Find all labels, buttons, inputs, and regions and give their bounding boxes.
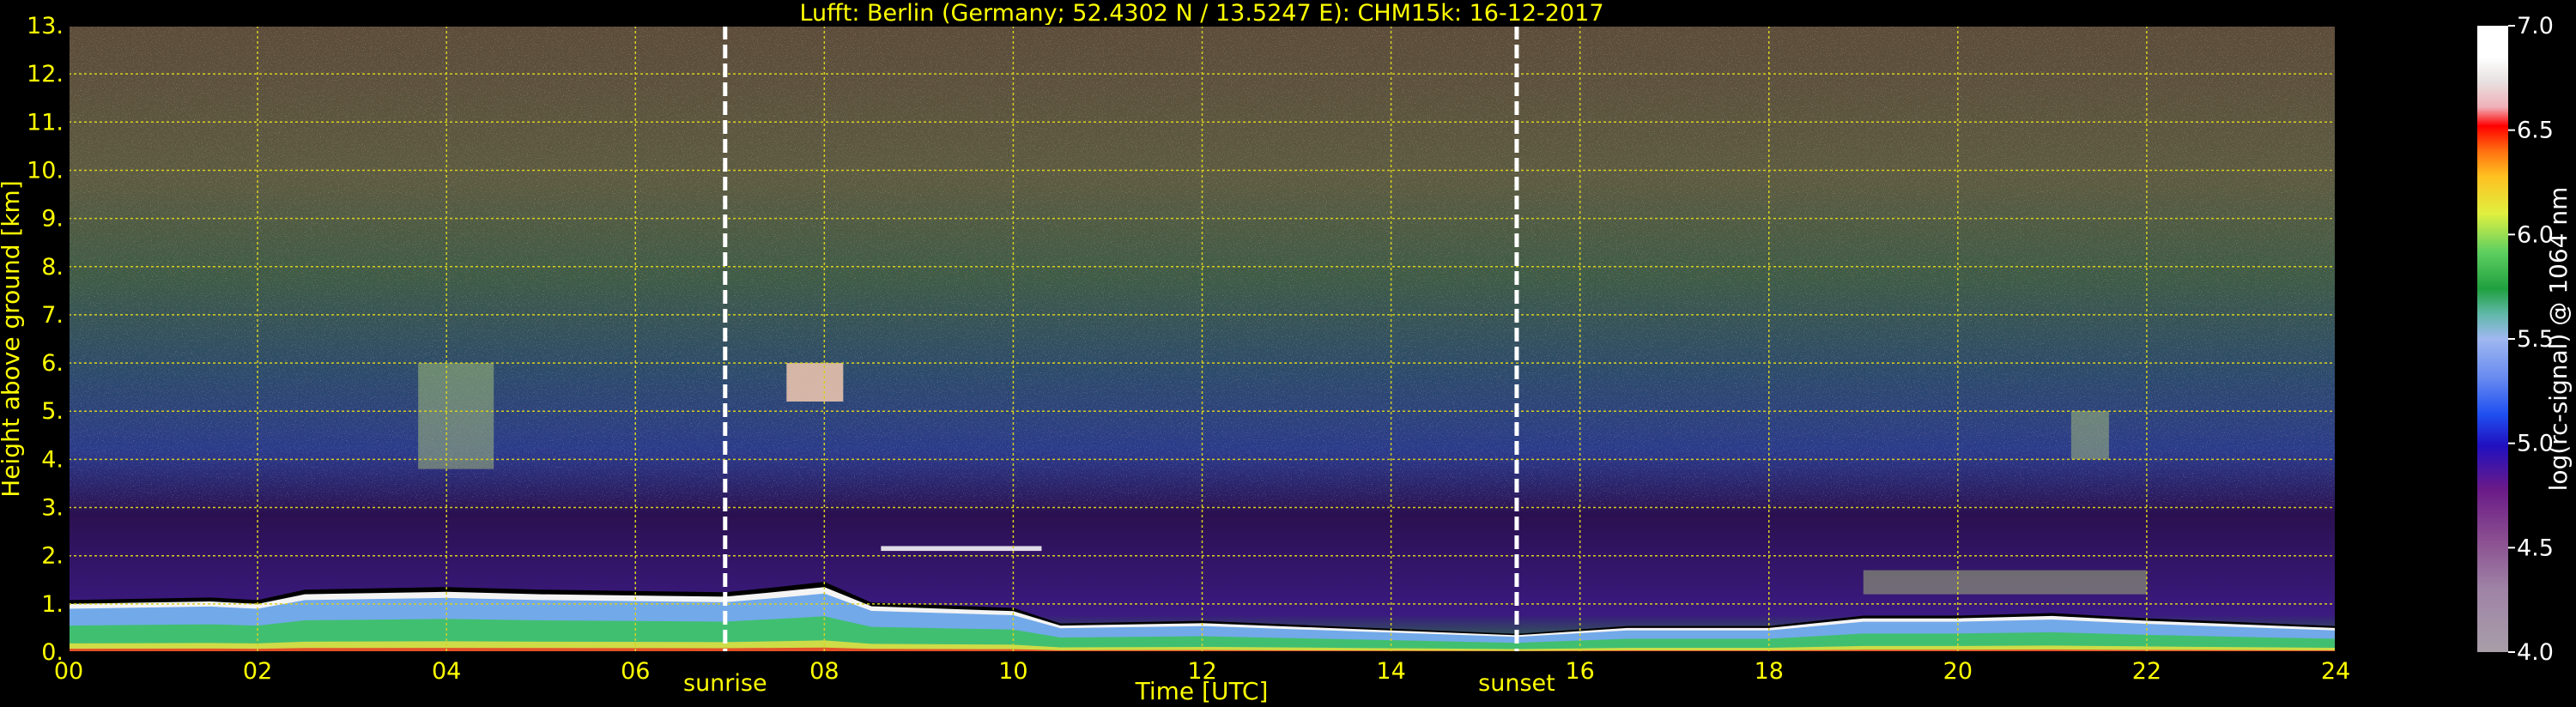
x-tick-label: 20 <box>1943 658 1973 685</box>
cloud-feature <box>881 546 1042 552</box>
y-tick-label: 11. <box>27 109 64 136</box>
x-axis-label: Time [UTC] <box>1135 677 1269 705</box>
y-tick-label: 12. <box>27 61 64 88</box>
y-axis-label: Height above ground [km] <box>0 180 25 498</box>
y-tick-label: 4. <box>41 446 64 473</box>
x-tick-label: 18 <box>1755 658 1784 685</box>
x-tick-label: 02 <box>243 658 272 685</box>
y-tick-label: 5. <box>41 398 64 425</box>
x-tick-label: 00 <box>54 658 83 685</box>
colorbar-tick-label: 7.0 <box>2517 13 2554 39</box>
x-tick-label: 06 <box>621 658 650 685</box>
plot-area <box>69 26 2336 652</box>
cloud-feature <box>786 363 844 402</box>
x-tick-label: 14 <box>1376 658 1405 685</box>
x-tick-label: 22 <box>2132 658 2161 685</box>
y-tick-label: 9. <box>41 206 64 233</box>
colorbar-gradient <box>2477 26 2508 652</box>
chart-title: Lufft: Berlin (Germany; 52.4302 N / 13.5… <box>799 0 1603 27</box>
x-tick-label: 08 <box>809 658 839 685</box>
y-tick-label: 8. <box>41 254 64 281</box>
x-tick-label: 04 <box>432 658 461 685</box>
y-tick-label: 6. <box>41 350 64 377</box>
colorbar-label: log(rc-signal) @ 1064 nm <box>2544 187 2573 492</box>
x-tick-label: 24 <box>2321 658 2350 685</box>
x-tick-label: 10 <box>998 658 1027 685</box>
cloud-feature <box>1863 570 2147 595</box>
y-tick-label: 2. <box>41 543 64 570</box>
y-tick-label: 1. <box>41 591 64 618</box>
colorbar: 4.04.55.05.56.06.57.0 log(rc-signal) @ 1… <box>2477 13 2573 666</box>
y-tick-label: 7. <box>41 302 64 329</box>
colorbar-tick-label: 4.5 <box>2517 535 2554 561</box>
cloud-feature <box>418 363 494 469</box>
colorbar-tick-label: 4.0 <box>2517 639 2554 666</box>
x-tick-label: 16 <box>1565 658 1594 685</box>
y-tick-label: 3. <box>41 495 64 522</box>
lidar-figure: Lufft: Berlin (Germany; 52.4302 N / 13.5… <box>0 0 2573 705</box>
y-axis-ticks: 0.1.2.3.4.5.6.7.8.9.10.11.12.13. <box>27 13 64 666</box>
sunrise-label: sunrise <box>683 670 767 697</box>
sunset-label: sunset <box>1478 670 1555 697</box>
colorbar-tick-label: 6.5 <box>2517 118 2554 144</box>
y-tick-label: 13. <box>27 13 64 39</box>
y-tick-label: 10. <box>27 157 64 184</box>
cloud-feature <box>2070 411 2109 460</box>
